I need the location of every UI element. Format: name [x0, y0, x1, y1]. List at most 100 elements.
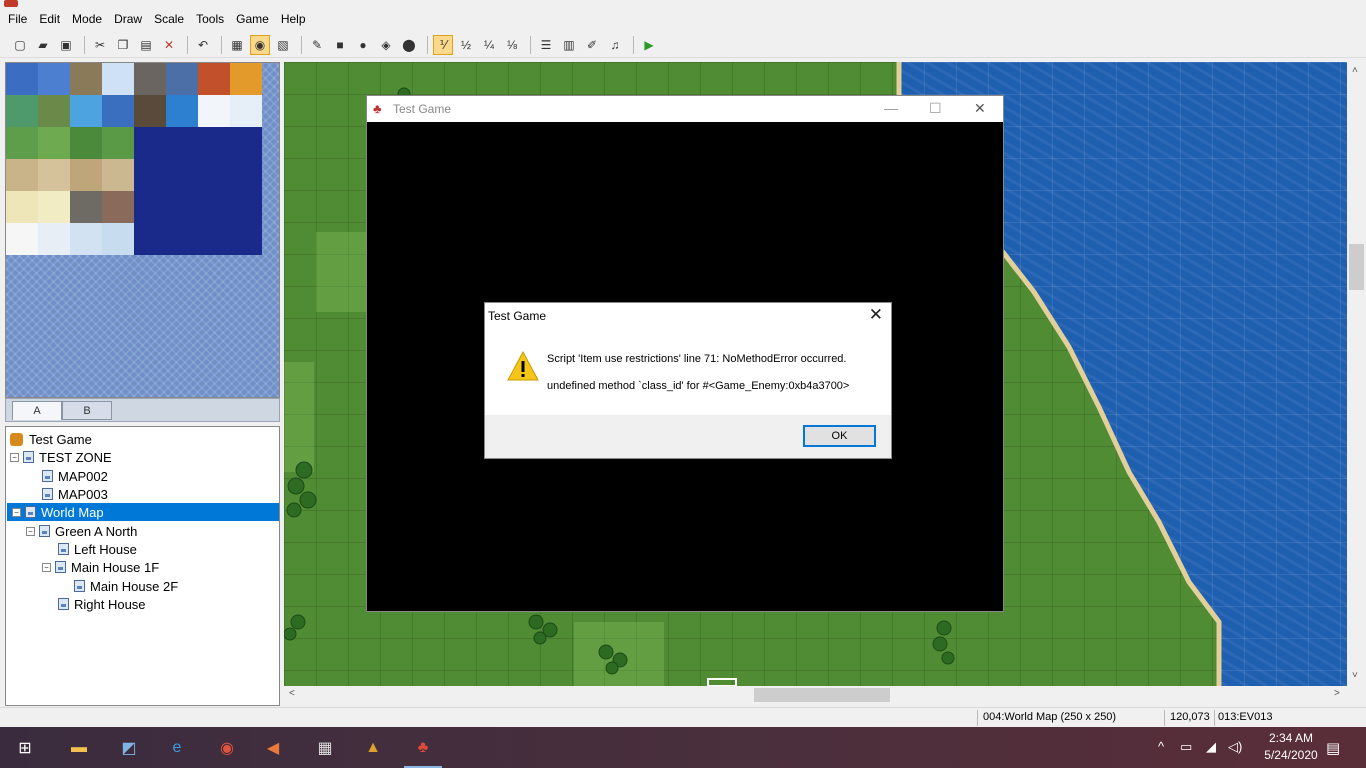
tile[interactable] — [198, 159, 230, 191]
collapse-icon[interactable]: − — [10, 452, 19, 462]
pencil-icon[interactable]: ✎ — [307, 35, 327, 55]
map-horizontal-scrollbar[interactable]: < > — [284, 686, 1347, 704]
menu-scale[interactable]: Scale — [154, 12, 184, 26]
tile[interactable] — [230, 95, 262, 127]
fill-icon[interactable]: ◈ — [376, 35, 396, 55]
cut-icon[interactable]: ✂ — [90, 35, 110, 55]
volume-icon[interactable]: ◁) — [1228, 739, 1242, 755]
copy-icon[interactable]: ❐ — [113, 35, 133, 55]
ok-button[interactable]: OK — [803, 425, 876, 447]
media-icon[interactable]: ◀ — [260, 735, 286, 761]
tile[interactable] — [38, 191, 70, 223]
close-icon[interactable]: ✕ — [974, 100, 986, 117]
tile[interactable] — [134, 159, 166, 191]
tile[interactable] — [102, 223, 134, 255]
tile[interactable] — [198, 63, 230, 95]
tile-grid[interactable] — [6, 63, 279, 255]
tile[interactable] — [198, 191, 230, 223]
tree-node-right-house[interactable]: Right House — [58, 595, 146, 613]
tile[interactable] — [70, 191, 102, 223]
tile[interactable] — [166, 95, 198, 127]
tree-node-green-a-north[interactable]: − Green A North — [26, 522, 137, 540]
scroll-up-icon[interactable]: ˄ — [1352, 65, 1358, 76]
tray-overflow-icon[interactable]: ^ — [1158, 739, 1164, 754]
horizontal-scroll-thumb[interactable] — [754, 688, 890, 702]
tile[interactable] — [198, 223, 230, 255]
delete-icon[interactable]: ✕ — [159, 35, 179, 55]
open-project-icon[interactable]: ▰ — [33, 35, 53, 55]
tile[interactable] — [6, 159, 38, 191]
tile[interactable] — [102, 159, 134, 191]
clock-date[interactable]: 5/24/2020 — [1262, 748, 1320, 762]
new-project-icon[interactable]: ▢ — [10, 35, 30, 55]
tile[interactable] — [134, 95, 166, 127]
sound-test-icon[interactable]: ♫ — [605, 35, 625, 55]
event-layer-icon[interactable]: ▧ — [273, 35, 293, 55]
tile[interactable] — [166, 223, 198, 255]
tile[interactable] — [6, 223, 38, 255]
layer-upper-icon[interactable]: ◉ — [250, 34, 270, 55]
tile[interactable] — [198, 127, 230, 159]
maximize-icon[interactable]: ☐ — [929, 100, 942, 117]
tree-node-world-map[interactable]: − World Map — [7, 503, 279, 521]
start-icon[interactable]: ⊞ — [12, 735, 38, 761]
zoom-1-8-icon[interactable]: ⅛ — [502, 35, 522, 55]
menu-help[interactable]: Help — [281, 12, 306, 26]
game-window-titlebar[interactable]: ♣ Test Game — ☐ ✕ — [367, 96, 1003, 122]
tile[interactable] — [38, 159, 70, 191]
layer-lower-icon[interactable]: ▦ — [227, 35, 247, 55]
tile[interactable] — [134, 191, 166, 223]
ellipse-icon[interactable]: ● — [353, 35, 373, 55]
collapse-icon[interactable]: − — [42, 562, 51, 572]
tile[interactable] — [70, 63, 102, 95]
resource-manager-icon[interactable]: ▥ — [559, 35, 579, 55]
tile[interactable] — [166, 63, 198, 95]
game-icon[interactable]: ♣ — [404, 735, 442, 768]
tile[interactable] — [38, 63, 70, 95]
edge-icon[interactable]: e — [164, 735, 190, 761]
tile[interactable] — [198, 95, 230, 127]
tree-node-map002[interactable]: MAP002 — [42, 467, 108, 485]
menu-game[interactable]: Game — [236, 12, 269, 26]
tile[interactable] — [166, 127, 198, 159]
tile[interactable] — [70, 223, 102, 255]
tree-node-test-zone[interactable]: − TEST ZONE — [10, 448, 112, 466]
vertical-scroll-thumb[interactable] — [1349, 244, 1364, 290]
collapse-icon[interactable]: − — [26, 526, 35, 536]
tile[interactable] — [134, 223, 166, 255]
zoom-1-4-icon[interactable]: ¼ — [479, 35, 499, 55]
scroll-right-icon[interactable]: > — [1334, 688, 1340, 699]
tree-node-map003[interactable]: MAP003 — [42, 485, 108, 503]
scroll-left-icon[interactable]: < — [289, 688, 295, 699]
tile[interactable] — [102, 127, 134, 159]
tile[interactable] — [6, 127, 38, 159]
tile[interactable] — [38, 223, 70, 255]
save-icon[interactable]: ▣ — [56, 35, 76, 55]
minimize-icon[interactable]: — — [884, 100, 898, 116]
collapse-icon[interactable]: − — [12, 507, 21, 517]
rectangle-icon[interactable]: ■ — [330, 35, 350, 55]
tree-node-left-house[interactable]: Left House — [58, 540, 137, 558]
notepad-icon[interactable]: ◩ — [116, 735, 142, 761]
tile[interactable] — [134, 127, 166, 159]
tile[interactable] — [38, 127, 70, 159]
close-icon[interactable]: ✕ — [869, 305, 883, 325]
tile[interactable] — [230, 223, 262, 255]
paste-icon[interactable]: ▤ — [136, 35, 156, 55]
tile[interactable] — [6, 63, 38, 95]
tree-node-main-house-1f[interactable]: − Main House 1F — [42, 558, 159, 576]
tile[interactable] — [70, 127, 102, 159]
undo-icon[interactable]: ↶ — [193, 35, 213, 55]
shadow-pen-icon[interactable]: ⬤ — [399, 35, 419, 55]
tile[interactable] — [102, 95, 134, 127]
tile[interactable] — [134, 63, 166, 95]
menu-edit[interactable]: Edit — [39, 12, 60, 26]
tile[interactable] — [70, 95, 102, 127]
rpgmaker-icon[interactable]: ▲ — [360, 735, 386, 761]
notifications-icon[interactable]: ▤ — [1326, 739, 1340, 757]
tile[interactable] — [166, 159, 198, 191]
menu-tools[interactable]: Tools — [196, 12, 224, 26]
tab-b[interactable]: B — [62, 401, 112, 420]
file-explorer-icon[interactable]: ▬ — [66, 735, 92, 761]
script-editor-icon[interactable]: ✐ — [582, 35, 602, 55]
